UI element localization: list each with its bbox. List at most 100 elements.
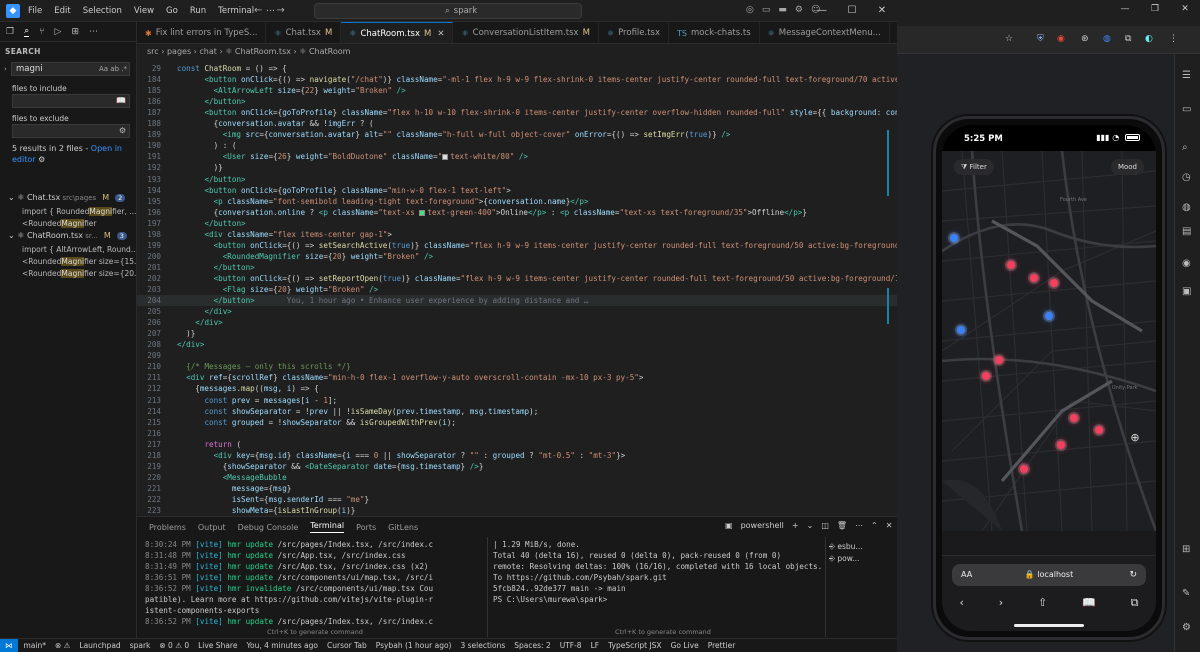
panel-more-icon[interactable]: ⋯: [855, 521, 863, 530]
search-view-icon[interactable]: ⌕: [24, 26, 30, 37]
editor-tab[interactable]: ⚛ ConversationListItem.tsx M: [453, 22, 599, 43]
editor-settings-icon[interactable]: ⚙: [38, 155, 45, 164]
code-editor[interactable]: 29 const ChatRoom = () => {184 <button on…: [137, 59, 897, 516]
terminal-list-item[interactable]: ⎆ esbu...: [829, 541, 863, 553]
map-marker-icon[interactable]: [1070, 414, 1078, 422]
map-marker-icon[interactable]: [1030, 274, 1038, 282]
more-views-icon[interactable]: ⋯: [89, 27, 98, 37]
search-input[interactable]: magni Aa ab .*: [11, 62, 130, 76]
map-marker-icon[interactable]: [1095, 426, 1103, 434]
map-marker-icon[interactable]: [957, 326, 965, 334]
map-marker-icon[interactable]: [1045, 312, 1053, 320]
terminal-dropdown-icon[interactable]: ⌄: [807, 521, 814, 530]
search-options[interactable]: Aa ab .*: [99, 63, 127, 75]
toggle-replace-chevron-icon[interactable]: ›: [4, 65, 7, 73]
maximize-icon[interactable]: ☐: [837, 0, 867, 22]
search-result-match[interactable]: import { RoundedMagnifier, ...: [22, 207, 136, 216]
puzzle-extension-icon[interactable]: ⊛: [1081, 34, 1089, 44]
status-item[interactable]: ⊗ 0 ⚠ 0: [159, 641, 189, 650]
status-item[interactable]: spark: [130, 641, 151, 650]
terminal-list-item[interactable]: ⎆ pow...: [829, 553, 863, 565]
color-extension-icon[interactable]: ◍: [1103, 34, 1111, 44]
status-item[interactable]: 3 selections: [460, 641, 505, 650]
breadcrumb[interactable]: src › pages › chat › ⚛ ChatRoom.tsx › ⚛ …: [137, 44, 897, 59]
menu-item[interactable]: Terminal: [218, 6, 254, 16]
tabs-icon[interactable]: ⧉: [1131, 596, 1139, 610]
browser-close-icon[interactable]: ✕: [1170, 4, 1200, 14]
panel-tab[interactable]: Ports: [356, 523, 376, 532]
copilot-icon[interactable]: ◎: [746, 5, 754, 15]
status-item[interactable]: Cursor Tab: [327, 641, 367, 650]
safari-forward-icon[interactable]: ›: [999, 596, 1003, 610]
browser-minimize-icon[interactable]: —: [1110, 4, 1140, 14]
map-marker-icon[interactable]: [1007, 261, 1015, 269]
menu-item[interactable]: View: [134, 6, 154, 16]
editor-tab[interactable]: ⚛ ChatRoom.tsx M ✕: [341, 22, 454, 43]
files-exclude-input[interactable]: ⚙: [12, 124, 130, 138]
status-item[interactable]: Prettier: [708, 641, 736, 650]
toggle-panel-icon[interactable]: ▬: [778, 5, 787, 15]
run-debug-icon[interactable]: ▷: [55, 27, 62, 37]
menu-item[interactable]: Edit: [54, 6, 70, 16]
menu-item[interactable]: Go: [166, 6, 178, 16]
status-item[interactable]: Spaces: 2: [514, 641, 550, 650]
panel-tab[interactable]: Terminal: [310, 521, 345, 533]
forward-arrow-icon[interactable]: →: [276, 5, 284, 16]
search-result-match[interactable]: <RoundedMagnifier: [22, 219, 136, 228]
shield-extension-icon[interactable]: ⛨: [1037, 34, 1044, 44]
map-marker-icon[interactable]: [1050, 279, 1058, 287]
status-item[interactable]: Psybah (1 hour ago): [376, 641, 452, 650]
terminal-right-output[interactable]: | 1.29 MiB/s, done. Total 40 (delta 16), …: [493, 539, 823, 605]
editor-tab[interactable]: ✱ Fix lint errors in TypeS...: [137, 22, 267, 43]
share-icon[interactable]: ⇧: [1038, 596, 1047, 610]
panel-tab[interactable]: Output: [198, 523, 226, 532]
bookmarks-icon[interactable]: 📖: [1082, 596, 1096, 610]
close-icon[interactable]: ✕: [867, 0, 897, 22]
bookmark-star-icon[interactable]: ☆: [1005, 34, 1013, 44]
maximize-panel-icon[interactable]: ⌃: [871, 521, 878, 530]
book-icon[interactable]: 📖: [116, 96, 126, 105]
back-arrow-icon[interactable]: ←: [254, 5, 262, 16]
editor-tab[interactable]: ⚛ Chat.tsx M: [266, 22, 342, 43]
toggle-sidebar-icon[interactable]: ▭: [762, 5, 771, 15]
chrome-menu-icon[interactable]: ⋮: [1169, 34, 1178, 44]
menu-item[interactable]: Selection: [83, 6, 122, 16]
map-marker-icon[interactable]: [995, 356, 1003, 364]
new-terminal-icon[interactable]: +: [792, 521, 799, 530]
side-search-icon[interactable]: ⌕: [1182, 142, 1188, 153]
tab-close-icon[interactable]: ✕: [437, 29, 444, 39]
side-note-icon[interactable]: ✎: [1182, 588, 1190, 599]
status-item[interactable]: LF: [591, 641, 600, 650]
panel-tab[interactable]: Problems: [149, 523, 186, 532]
exclude-settings-icon[interactable]: ⚙: [119, 126, 126, 135]
map-marker-icon[interactable]: [1057, 441, 1065, 449]
terminal-shell-label[interactable]: powershell: [741, 521, 784, 530]
editor-tab[interactable]: ⚛ Profile.tsx: [599, 22, 670, 43]
status-item[interactable]: ⊗ ⚠: [55, 641, 70, 650]
reload-icon[interactable]: ↻: [1129, 564, 1137, 586]
address-bar[interactable]: AA 🔒 localhost ↻: [952, 564, 1146, 586]
status-item[interactable]: TypeScript JSX: [608, 641, 661, 650]
split-terminal-icon[interactable]: ◫: [821, 521, 829, 530]
terminal-split-divider[interactable]: [487, 537, 488, 637]
explorer-icon[interactable]: ❐: [6, 27, 14, 37]
search-result-match[interactable]: import { AltArrowLeft, Round...: [22, 245, 136, 254]
map-marker-icon[interactable]: [982, 372, 990, 380]
panel-tab[interactable]: Debug Console: [238, 523, 299, 532]
editor-tab[interactable]: ⚛ MessageContextMenu...: [760, 22, 890, 43]
close-panel-icon[interactable]: ✕: [886, 521, 893, 530]
side-settings-icon[interactable]: ⚙: [1182, 622, 1191, 633]
search-result-match[interactable]: <RoundedMagnifier size={20...: [22, 269, 136, 278]
safari-back-icon[interactable]: ‹: [959, 596, 963, 610]
mood-button[interactable]: Mood: [1110, 159, 1144, 175]
side-tab-icon[interactable]: ▭: [1182, 104, 1191, 115]
status-item[interactable]: Launchpad: [79, 641, 120, 650]
side-extensions-icon[interactable]: ⊞: [1182, 544, 1190, 555]
extension-red-icon[interactable]: ◉: [1057, 34, 1065, 44]
search-result-file[interactable]: ⌄ ⚛ ChatRoom.tsx sr... M 3: [8, 231, 136, 240]
extensions-icon[interactable]: ⧉: [1125, 34, 1131, 44]
extensions-icon[interactable]: ⊞: [71, 27, 79, 37]
command-center[interactable]: ⌕ spark: [314, 3, 582, 19]
profile-avatar-icon[interactable]: ◐: [1145, 34, 1153, 44]
status-item[interactable]: main*: [24, 641, 47, 650]
